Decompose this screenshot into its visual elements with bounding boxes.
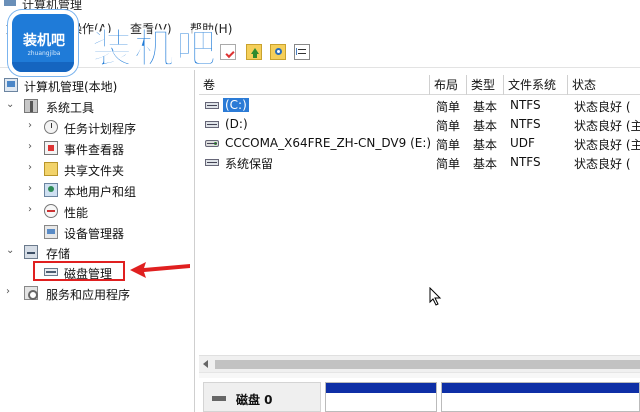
device-manager-icon — [44, 225, 58, 239]
partition-block[interactable] — [441, 382, 640, 412]
chevron-right-icon[interactable]: › — [28, 142, 38, 152]
dvd-drive-icon — [205, 140, 219, 147]
volume-icon — [205, 102, 219, 109]
window-title: 计算机管理 — [22, 0, 83, 10]
shared-folder-icon — [44, 162, 58, 176]
chevron-right-icon[interactable]: › — [28, 121, 38, 131]
table-row[interactable]: (D:) 简单 基本 NTFS 状态良好 (主 — [199, 115, 640, 134]
volume-filesystem: NTFS — [510, 155, 541, 169]
tree-label: 任务计划程序 — [64, 122, 137, 136]
logo-badge-text: 装机吧 — [23, 33, 65, 49]
volume-status: 状态良好 ( — [574, 100, 631, 114]
mouse-cursor-icon — [429, 287, 442, 306]
tree-label: 磁盘管理 — [64, 267, 113, 281]
tree-label: 设备管理器 — [64, 227, 125, 241]
volume-name: (C:) — [223, 98, 249, 112]
volume-type: 基本 — [473, 100, 498, 114]
storage-icon — [24, 245, 38, 259]
tree-item-event-viewer[interactable]: › 事件查看器 — [0, 138, 195, 158]
performance-icon — [44, 204, 58, 218]
column-status[interactable]: 状态 — [568, 75, 640, 95]
tree-label: 存储 — [46, 247, 71, 261]
volume-status: 状态良好 (主 — [574, 138, 640, 152]
title-bar: 计算机管理 — [0, 0, 640, 10]
horizontal-scrollbar[interactable] — [199, 355, 640, 372]
app-icon — [4, 0, 16, 6]
chevron-right-icon[interactable]: › — [28, 163, 38, 173]
table-row[interactable]: 系统保留 简单 基本 NTFS 状态良好 ( — [199, 153, 640, 172]
volume-type: 基本 — [473, 138, 498, 152]
tree-item-system-tools[interactable]: ⌄ 系统工具 — [0, 96, 195, 116]
disk-icon — [212, 396, 226, 401]
volume-status: 状态良好 (主 — [574, 119, 640, 133]
volume-name: (D:) — [225, 117, 248, 131]
tree-item-shared-folders[interactable]: › 共享文件夹 — [0, 159, 195, 179]
tree-label: 共享文件夹 — [64, 164, 125, 178]
annotation-arrow-icon — [130, 262, 190, 278]
table-row[interactable]: CCCOMA_X64FRE_ZH-CN_DV9 (E:) 简单 基本 UDF 状… — [199, 134, 640, 153]
tree-item-task-scheduler[interactable]: › 任务计划程序 — [0, 117, 195, 137]
tree-label: 事件查看器 — [64, 143, 125, 157]
volume-status: 状态良好 ( — [574, 157, 631, 171]
navigation-tree: 计算机管理(本地) ⌄ 系统工具 › 任务计划程序 › 事件查看器 › 共享文件… — [0, 70, 195, 412]
tools-icon — [24, 99, 38, 113]
column-filesystem[interactable]: 文件系统 — [504, 75, 568, 95]
chevron-right-icon[interactable]: › — [6, 287, 16, 297]
services-icon — [24, 286, 38, 300]
column-layout[interactable]: 布局 — [430, 75, 467, 95]
users-icon — [44, 183, 58, 197]
disk-name: 磁盘 0 — [236, 393, 273, 407]
column-header-row: 卷 布局 类型 文件系统 状态 — [199, 75, 640, 95]
disk-map: 磁盘 0 — [199, 378, 640, 412]
tree-item-device-manager[interactable]: 设备管理器 — [0, 222, 195, 242]
tree-item-local-users[interactable]: › 本地用户和组 — [0, 180, 195, 200]
volume-icon — [205, 159, 219, 166]
volume-layout: 简单 — [436, 100, 461, 114]
details-view-icon[interactable] — [294, 44, 310, 60]
volume-list-pane: 卷 布局 类型 文件系统 状态 (C:) 简单 基本 NTFS 状态良好 ( (… — [199, 70, 640, 412]
chevron-down-icon[interactable]: ⌄ — [6, 246, 16, 256]
chevron-right-icon[interactable]: › — [28, 205, 38, 215]
partition-block[interactable] — [325, 382, 437, 412]
scroll-left-icon[interactable] — [203, 360, 208, 368]
volume-layout: 简单 — [436, 119, 461, 133]
volume-filesystem: UDF — [510, 136, 535, 150]
chevron-down-icon[interactable]: ⌄ — [6, 100, 16, 110]
tree-label: 系统工具 — [46, 101, 95, 115]
computer-icon — [4, 78, 18, 92]
tree-label: 本地用户和组 — [64, 185, 137, 199]
export-icon[interactable] — [246, 44, 262, 60]
tree-label: 服务和应用程序 — [46, 288, 131, 302]
logo-badge: 装机吧 zhuangjiba — [8, 10, 78, 76]
tree-item-root[interactable]: 计算机管理(本地) — [0, 75, 195, 95]
event-log-icon — [44, 141, 58, 155]
find-icon[interactable] — [270, 44, 286, 60]
volume-type: 基本 — [473, 119, 498, 133]
clock-icon — [44, 120, 58, 134]
chevron-right-icon[interactable]: › — [28, 184, 38, 194]
disk-0-label[interactable]: 磁盘 0 — [203, 382, 321, 412]
volume-layout: 简单 — [436, 138, 461, 152]
volume-filesystem: NTFS — [510, 117, 541, 131]
tree-label: 计算机管理(本地) — [24, 80, 118, 94]
volume-filesystem: NTFS — [510, 98, 541, 112]
disk-icon — [44, 268, 58, 276]
volume-layout: 简单 — [436, 157, 461, 171]
table-row[interactable]: (C:) 简单 基本 NTFS 状态良好 ( — [199, 96, 640, 115]
logo-badge-subtext: zhuangjiba — [27, 50, 61, 57]
logo-wordmark: 装机吧 — [92, 26, 218, 73]
volume-name: CCCOMA_X64FRE_ZH-CN_DV9 (E:) — [225, 136, 432, 150]
volume-type: 基本 — [473, 157, 498, 171]
volume-icon — [205, 121, 219, 128]
column-volume[interactable]: 卷 — [199, 75, 430, 95]
tree-item-services[interactable]: › 服务和应用程序 — [0, 283, 195, 303]
properties-icon[interactable] — [220, 44, 236, 60]
tree-label: 性能 — [64, 206, 89, 220]
column-type[interactable]: 类型 — [467, 75, 504, 95]
volume-name: 系统保留 — [225, 157, 274, 171]
scrollbar-thumb[interactable] — [215, 360, 640, 369]
tree-item-performance[interactable]: › 性能 — [0, 201, 195, 221]
